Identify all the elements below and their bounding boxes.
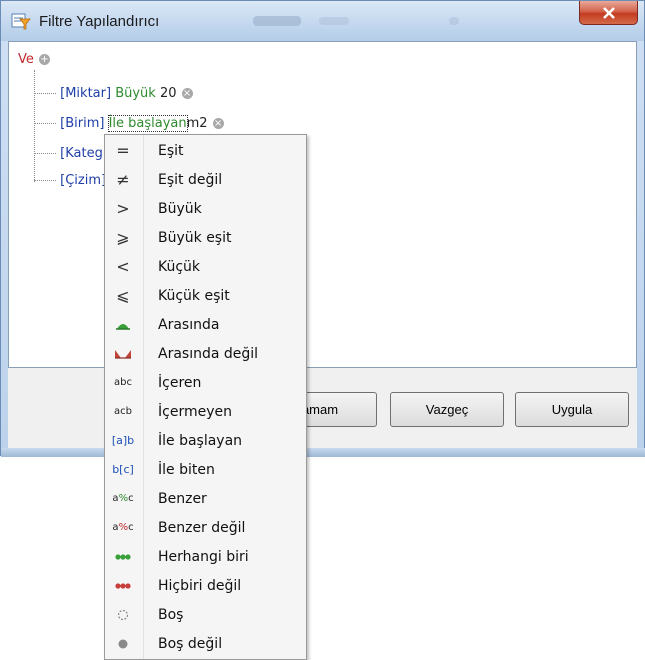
greater-equal-icon: ⩾ [116,228,130,247]
condition-field[interactable]: [Çizim] [60,173,106,188]
remove-condition-icon[interactable]: × [212,118,224,129]
close-icon [602,6,615,19]
menu-item-label: Büyük eşit [158,229,232,246]
menu-item-label: İçeren [158,374,202,391]
menu-item-label: Benzer değil [158,519,246,536]
close-button[interactable] [579,1,638,25]
condition-value[interactable]: 20 [160,86,177,101]
begins-with-icon: [a]b [111,434,135,447]
menu-item-less[interactable]: < Küçük [105,252,306,281]
tree-connector [34,123,56,124]
condition-row: [Birim] İle başlayanm2 × [34,115,224,134]
title-bar: Filtre Yapılandırıcı [1,1,644,41]
title-blur [449,17,459,25]
menu-item-label: Büyük [158,200,202,217]
condition-field[interactable]: [Kateg [60,146,103,161]
apply-button[interactable]: Uygula [515,392,629,427]
empty-circle-icon [105,609,141,621]
window-title: Filtre Yapılandırıcı [39,13,160,30]
root-operator[interactable]: Ve [18,52,34,67]
title-blur [319,17,349,25]
menu-item-label: Benzer [158,490,207,507]
menu-item-is-not-null[interactable]: Boş değil [105,629,306,658]
condition-operator[interactable]: İle başlayan [107,115,188,132]
none-of-icon [105,582,141,590]
remove-condition-icon[interactable]: × [181,88,193,99]
not-between-icon [105,348,141,360]
condition-field[interactable]: [Miktar] [60,86,111,101]
add-condition-icon[interactable]: + [38,54,50,65]
menu-item-is-null[interactable]: Boş [105,600,306,629]
greater-icon: > [116,199,130,218]
cancel-button[interactable]: Vazgeç [390,392,504,427]
condition-operator[interactable]: Büyük [115,86,156,101]
menu-item-equals[interactable]: = Eşit [105,136,306,165]
menu-item-not-like[interactable]: a% c Benzer değil [105,513,306,542]
operator-menu: = Eşit ≠ Eşit değil > Büyük ⩾ Büyük eşit… [104,134,307,660]
condition-row: [Kateg [34,146,103,164]
any-of-icon [105,553,141,561]
root-group: Ve + [18,52,50,67]
menu-item-not-equals[interactable]: ≠ Eşit değil [105,165,306,194]
menu-item-label: Küçük [158,258,201,275]
like-icon: a% c [112,493,134,504]
menu-item-like[interactable]: a% c Benzer [105,484,306,513]
menu-item-label: İle başlayan [158,432,243,449]
filled-circle-icon [105,638,141,650]
menu-item-label: Eşit değil [158,171,223,188]
window-bottom-edge [1,448,645,457]
ends-with-icon: b[c] [112,463,134,476]
menu-item-ends-with[interactable]: b[c] İle biten [105,455,306,484]
condition-row: [Miktar] Büyük 20 × [34,86,193,104]
title-blur [253,16,301,26]
menu-item-not-contains[interactable]: acb İçermeyen [105,397,306,426]
menu-item-label: Boş [158,606,184,623]
menu-item-greater-equal[interactable]: ⩾ Büyük eşit [105,223,306,252]
menu-item-label: Arasında değil [158,345,259,362]
menu-item-label: Küçük eşit [158,287,230,304]
menu-item-between[interactable]: Arasında [105,310,306,339]
menu-item-label: İle biten [158,461,215,478]
equals-icon: = [116,141,130,160]
menu-item-not-between[interactable]: Arasında değil [105,339,306,368]
menu-item-label: Boş değil [158,635,223,652]
menu-item-label: Arasında [158,316,220,333]
menu-item-label: İçermeyen [158,403,232,420]
menu-item-none-of[interactable]: Hiçbiri değil [105,571,306,600]
tree-connector [34,180,56,181]
less-icon: < [116,257,130,276]
not-contains-icon: acb [114,406,132,417]
menu-item-label: Hiçbiri değil [158,577,242,594]
menu-item-greater[interactable]: > Büyük [105,194,306,223]
menu-item-contains[interactable]: abc İçeren [105,368,306,397]
filter-app-icon [11,13,31,30]
condition-field[interactable]: [Birim] [60,116,104,131]
menu-item-label: Herhangi biri [158,548,249,565]
menu-item-label: Eşit [158,142,184,159]
condition-value[interactable]: m2 [187,116,208,131]
menu-item-any-of[interactable]: Herhangi biri [105,542,306,571]
tree-connector [34,153,56,154]
less-equal-icon: ⩽ [116,286,130,305]
condition-row: [Çizim] [34,173,106,191]
between-icon [105,319,141,331]
menu-item-less-equal[interactable]: ⩽ Küçük eşit [105,281,306,310]
tree-connector [34,93,56,94]
contains-icon: abc [114,377,132,388]
not-equals-icon: ≠ [116,170,130,189]
menu-item-begins-with[interactable]: [a]b İle başlayan [105,426,306,455]
not-like-icon: a% c [112,522,134,533]
filter-builder-window: Filtre Yapılandırıcı amam Vazgeç Uygula [0,0,645,457]
